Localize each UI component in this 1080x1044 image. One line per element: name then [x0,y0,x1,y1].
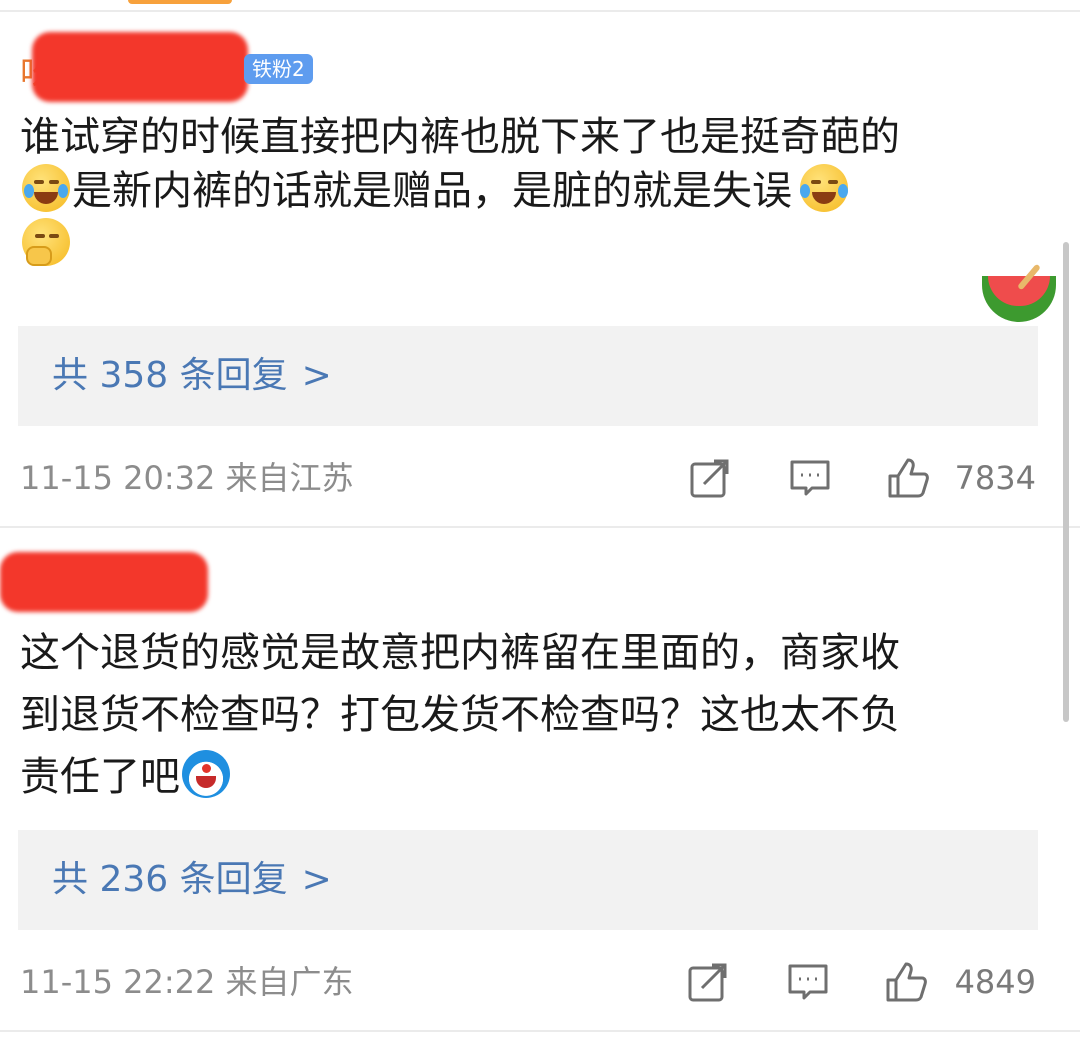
watermelon-icon [982,262,1056,322]
thumbs-up-icon[interactable] [886,456,930,500]
comment-divider [0,526,1080,528]
comment-text-line: 责任了吧 [20,750,1030,804]
comment-meta: 11-15 20:32 来自江苏 7834 [0,448,1080,508]
scrollbar[interactable] [1063,242,1069,722]
fan-badge[interactable]: 铁粉2 [244,54,313,84]
share-icon[interactable] [686,960,730,1004]
timestamp-location: 11-15 20:32 来自江苏 [20,459,354,497]
comment-text-line: 是新内裤的话就是赠品，是脏的就是失误 [20,164,1030,218]
comment-divider [0,1030,1080,1032]
comment-text: 谁试穿的时候直接把内裤也脱下来了也是挺奇葩的 是新内裤的话就是赠品，是脏的就是失… [20,110,1030,272]
active-tab-indicator [128,0,232,4]
comment-text-line [20,218,1030,272]
top-divider [0,10,1080,12]
view-replies-button[interactable]: 共 358 条回复 > [18,326,1038,426]
comment-text-line: 谁试穿的时候直接把内裤也脱下来了也是挺奇葩的 [20,114,900,160]
grimace-sweat-icon [22,164,70,212]
laugh-tears-icon [800,164,848,212]
timestamp-location: 11-15 22:22 来自广东 [20,963,354,1001]
chevron-right-icon: > [301,355,332,396]
comment-meta: 11-15 22:22 来自广东 4849 [0,952,1080,1012]
comment-text: 这个退货的感觉是故意把内裤留在里面的，商家收 到退货不检查吗？打包发货不检查吗？… [20,626,1030,804]
doraemon-icon [182,750,230,798]
like-count: 7834 [954,459,1036,497]
like-count: 4849 [954,963,1036,1001]
comment-text-line: 这个退货的感觉是故意把内裤留在里面的，商家收 [20,630,900,676]
comment-icon[interactable] [788,456,832,500]
thinking-icon [22,218,70,266]
comment-text-line: 到退货不检查吗？打包发货不检查吗？这也太不负 [20,692,900,738]
chevron-right-icon: > [301,859,332,900]
replies-label: 共 236 条回复 [52,859,288,900]
thumbs-up-icon[interactable] [884,960,928,1004]
replies-label: 共 358 条回复 [52,355,288,396]
share-icon[interactable] [688,456,732,500]
redaction-mark [0,552,208,612]
redaction-mark [32,32,248,102]
comment-icon[interactable] [786,960,830,1004]
view-replies-button[interactable]: 共 236 条回复 > [18,830,1038,930]
